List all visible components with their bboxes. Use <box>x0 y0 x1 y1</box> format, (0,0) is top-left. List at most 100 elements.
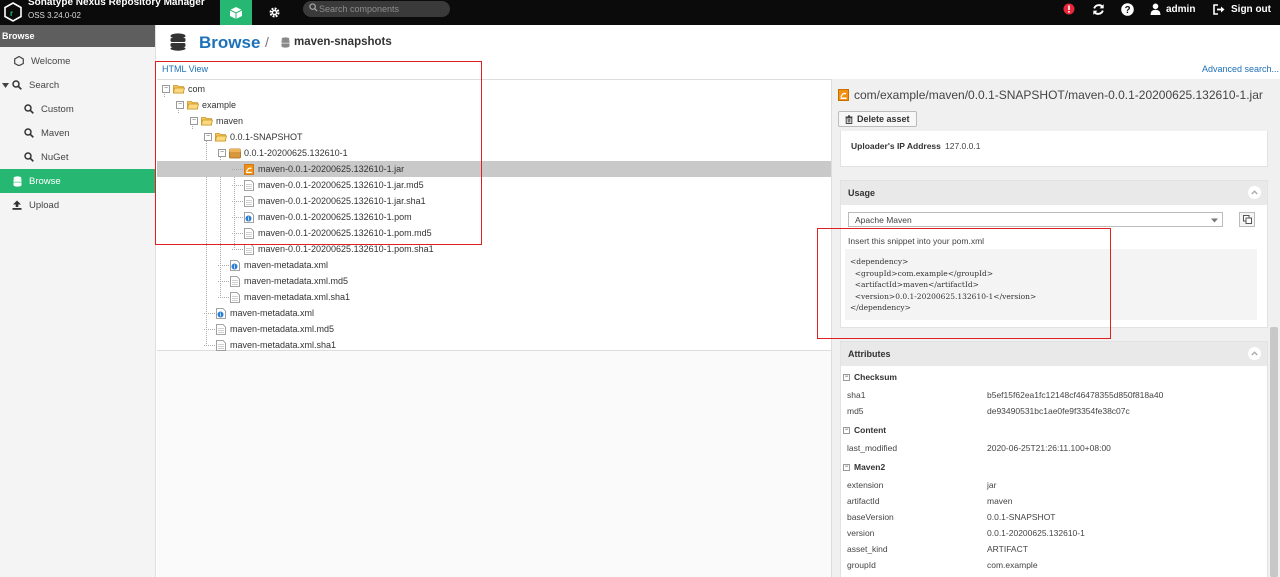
tree-node[interactable]: maven-metadata.xml.md5 <box>157 321 831 337</box>
nav-item-custom[interactable]: Custom <box>0 97 156 121</box>
collapse-usage-button[interactable] <box>1248 186 1261 199</box>
tree-node[interactable]: i maven-metadata.xml <box>157 305 831 321</box>
nav-item-welcome[interactable]: Welcome <box>0 49 156 73</box>
html-view-link[interactable]: HTML View <box>162 64 208 74</box>
tree-node-label: maven-metadata.xml.sha1 <box>244 292 351 302</box>
jar-icon <box>838 89 849 101</box>
gear-icon <box>268 7 280 18</box>
product-version: OSS 3.24.0-02 <box>28 11 81 20</box>
nav-item-upload[interactable]: Upload <box>0 193 156 217</box>
folder-open-icon <box>201 115 213 127</box>
detail-scrollbar[interactable] <box>1270 327 1278 577</box>
tree-node[interactable]: maven-metadata.xml.md5 <box>157 273 831 289</box>
tree-connector <box>218 280 229 282</box>
breadcrumb: Browse / maven-snapshots <box>157 25 1280 61</box>
nav-item-nuget[interactable]: NuGet <box>0 145 156 169</box>
checksum-section-header[interactable]: − Checksum <box>843 372 897 382</box>
xml-icon: i <box>243 211 255 223</box>
tree-connector <box>232 168 243 170</box>
nav-item-maven[interactable]: Maven <box>0 121 156 145</box>
repository-name: maven-snapshots <box>294 36 392 48</box>
collapse-attributes-button[interactable] <box>1248 347 1261 360</box>
summary-card: Uploader's IP Address 127.0.0.1 <box>840 131 1268 167</box>
sign-out-button[interactable]: Sign out <box>1213 1 1271 17</box>
repository-icon <box>281 37 290 48</box>
delete-asset-button[interactable]: Delete asset <box>838 111 917 127</box>
top-bar: r Sonatype Nexus Repository Manager OSS … <box>0 0 1280 25</box>
advanced-search-link[interactable]: Advanced search... <box>1202 64 1279 74</box>
collapse-section-icon[interactable]: − <box>843 373 850 381</box>
content-section-header[interactable]: − Content <box>843 425 886 435</box>
page-title[interactable]: Browse <box>199 33 260 53</box>
tree-node-label: maven-0.0.1-20200625.132610-1.pom.md5 <box>258 228 432 238</box>
tree-connector <box>232 216 243 218</box>
snippet-hint: Insert this snippet into your pom.xml <box>848 236 985 246</box>
maven2-section-header[interactable]: − Maven2 <box>843 462 885 472</box>
refresh-icon <box>1093 3 1104 15</box>
uploader-ip-label: Uploader's IP Address <box>851 141 941 151</box>
collapse-node-icon[interactable]: − <box>204 133 212 141</box>
nexus-logo-icon: r <box>4 2 22 22</box>
tree-empty-area <box>157 351 831 577</box>
folder-open-icon <box>187 99 199 111</box>
tree-node[interactable]: maven-0.0.1-20200625.132610-1.jar.sha1 <box>157 193 831 209</box>
svg-text:r: r <box>10 9 13 18</box>
nav-item-search[interactable]: Search <box>0 73 156 97</box>
tree-node[interactable]: maven-0.0.1-20200625.132610-1.pom.md5 <box>157 225 831 241</box>
attribute-value: 0.0.1-SNAPSHOT <box>987 512 1056 522</box>
collapse-node-icon[interactable]: − <box>190 117 198 125</box>
tree-connector <box>232 184 243 186</box>
collapse-node-icon[interactable]: − <box>218 149 226 157</box>
search-components-input[interactable] <box>319 2 444 16</box>
collapse-node-icon[interactable]: − <box>162 85 170 93</box>
nav-item-browse[interactable]: Browse <box>0 169 156 193</box>
refresh-button[interactable] <box>1092 1 1105 17</box>
tree-connector <box>204 328 215 330</box>
tree-node[interactable]: i maven-0.0.1-20200625.132610-1.pom <box>157 209 831 225</box>
help-button[interactable]: ? <box>1121 1 1134 17</box>
attribute-key: extension <box>847 480 884 490</box>
asset-detail-panel: com/example/maven/0.0.1-SNAPSHOT/maven-0… <box>831 79 1280 577</box>
upload-icon <box>10 200 24 210</box>
format-select[interactable]: Apache Maven <box>848 212 1223 227</box>
attribute-key: asset_kind <box>847 544 888 554</box>
tree-node[interactable]: − 0.0.1-SNAPSHOT <box>157 129 831 145</box>
product-title: Sonatype Nexus Repository Manager <box>28 0 205 8</box>
copy-icon <box>1242 215 1252 224</box>
file-icon <box>215 339 227 351</box>
alert-button[interactable] <box>1063 1 1075 17</box>
detail-scroll-area[interactable]: Uploader's IP Address 127.0.0.1 Usage Ap… <box>840 131 1268 577</box>
tree-node-label: maven-0.0.1-20200625.132610-1.jar.md5 <box>258 180 424 190</box>
tree-node[interactable]: maven-metadata.xml.sha1 <box>157 289 831 305</box>
tree-node-label: maven-0.0.1-20200625.132610-1.pom.sha1 <box>258 244 434 254</box>
browse-mode-button[interactable] <box>220 0 252 25</box>
jar-icon <box>243 163 255 175</box>
collapse-node-icon[interactable]: − <box>176 101 184 109</box>
tree-node[interactable]: i maven-metadata.xml <box>157 257 831 273</box>
uploader-ip-value: 127.0.0.1 <box>945 141 981 151</box>
tree-node[interactable]: maven-0.0.1-20200625.132610-1.jar.md5 <box>157 177 831 193</box>
tree-node[interactable]: − com <box>157 81 831 97</box>
search-components-box[interactable] <box>303 1 450 17</box>
tree-node-label: maven-metadata.xml <box>230 308 315 318</box>
tree-node[interactable]: − 0.0.1-20200625.132610-1 <box>157 145 831 161</box>
file-icon <box>243 179 255 191</box>
copy-snippet-button[interactable] <box>1239 212 1255 227</box>
collapse-section-icon[interactable]: − <box>843 463 850 471</box>
attributes-header[interactable]: Attributes <box>841 342 1267 366</box>
user-menu[interactable]: admin <box>1150 1 1195 17</box>
tree-node[interactable]: − maven <box>157 113 831 129</box>
tree-node-label: 0.0.1-SNAPSHOT <box>230 132 303 142</box>
tree-node[interactable]: − example <box>157 97 831 113</box>
admin-mode-button[interactable] <box>262 0 286 25</box>
tree-node[interactable]: maven-0.0.1-20200625.132610-1.pom.sha1 <box>157 241 831 257</box>
tree-node-label: com <box>188 84 206 94</box>
search-icon <box>10 80 24 90</box>
collapse-section-icon[interactable]: − <box>843 426 850 434</box>
file-icon <box>229 275 241 287</box>
tree-connector <box>232 200 243 202</box>
tree-node[interactable]: maven-0.0.1-20200625.132610-1.jar <box>157 161 831 177</box>
usage-header[interactable]: Usage <box>841 181 1267 205</box>
pom-snippet[interactable]: <dependency> <groupId>com.example</group… <box>845 249 1257 320</box>
attribute-value: b5ef15f62ea1fc12148cf46478355d850f818a40 <box>987 390 1164 400</box>
